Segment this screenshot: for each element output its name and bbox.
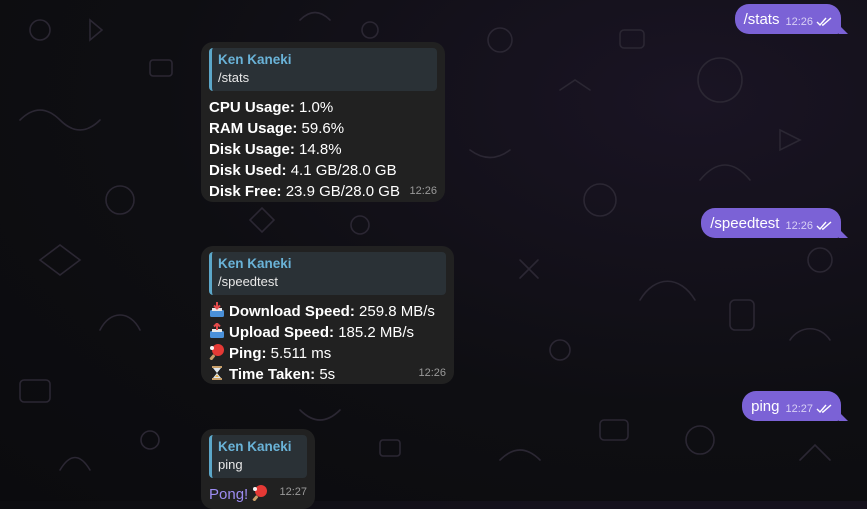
outgoing-message-stats[interactable]: /stats 12:26 — [734, 4, 848, 34]
speed-label: Download Speed: — [229, 303, 355, 320]
bubble-tail — [839, 412, 848, 421]
bubble-tail — [839, 229, 848, 238]
ping-pong-icon — [253, 485, 268, 501]
speed-value: 259.8 MB/s — [359, 303, 435, 320]
hourglass-icon — [212, 366, 222, 380]
double-check-icon — [816, 404, 832, 414]
speed-label: Ping: — [229, 345, 267, 362]
message-time: 12:26 — [418, 367, 446, 379]
stat-label: Disk Free: — [209, 183, 282, 200]
stat-line-cpu: CPU Usage: 1.0% — [209, 97, 437, 118]
speed-value: 185.2 MB/s — [338, 324, 415, 341]
reply-quote[interactable]: Ken Kaneki /stats — [209, 48, 437, 91]
reply-quote[interactable]: Ken Kaneki /speedtest — [209, 252, 446, 295]
stat-label: RAM Usage: — [209, 120, 298, 137]
message-text: ping — [751, 397, 780, 415]
message-meta: 12:26 — [785, 220, 833, 232]
outgoing-message-ping[interactable]: ping 12:27 — [742, 391, 848, 421]
outbox-tray-icon — [210, 323, 224, 338]
message-time: 12:27 — [279, 486, 307, 498]
stat-line-disk-usage: Disk Usage: 14.8% — [209, 139, 437, 160]
stat-line-disk-free: Disk Free: 23.9 GB/28.0 GB — [209, 181, 437, 202]
speed-value: 5.511 ms — [270, 345, 332, 362]
speed-line-upload: Upload Speed: 185.2 MB/s — [209, 322, 446, 343]
inbox-tray-icon — [210, 302, 224, 317]
speed-line-download: Download Speed: 259.8 MB/s — [209, 301, 446, 322]
stat-line-ram: RAM Usage: 59.6% — [209, 118, 437, 139]
message-time: 12:26 — [785, 220, 813, 232]
message-time: 12:26 — [409, 185, 437, 197]
message-text: /stats — [743, 10, 780, 28]
incoming-message-pong[interactable]: Ken Kaneki ping Pong! 12:27 — [201, 429, 315, 509]
reply-quote[interactable]: Ken Kaneki ping — [209, 435, 307, 478]
stat-value: 23.9 GB/28.0 GB — [285, 183, 400, 200]
double-check-icon — [816, 17, 832, 27]
incoming-message-stats[interactable]: Ken Kaneki /stats CPU Usage: 1.0% RAM Us… — [201, 42, 445, 202]
reply-text: /stats — [218, 70, 250, 85]
outgoing-message-speedtest[interactable]: /speedtest 12:26 — [701, 208, 848, 238]
speed-label: Time Taken: — [229, 366, 316, 383]
message-meta: 12:27 — [785, 403, 833, 415]
reply-text: /speedtest — [218, 274, 278, 289]
message-time: 12:26 — [785, 16, 813, 28]
reply-text: ping — [218, 457, 243, 472]
stat-label: CPU Usage: — [209, 99, 295, 116]
reply-author: Ken Kaneki — [218, 439, 292, 454]
reply-author: Ken Kaneki — [218, 52, 292, 67]
message-time: 12:27 — [785, 403, 813, 415]
stat-label: Disk Usage: — [209, 141, 295, 158]
speed-value: 5s — [319, 366, 336, 383]
speed-label: Upload Speed: — [229, 324, 335, 341]
message-meta: 12:26 — [785, 16, 833, 28]
pong-text: Pong! — [209, 486, 249, 503]
speed-line-ping: Ping: 5.511 ms — [209, 343, 446, 364]
message-text: /speedtest — [710, 214, 780, 232]
stat-value: 4.1 GB/28.0 GB — [290, 162, 397, 179]
stat-value: 14.8% — [299, 141, 342, 158]
double-check-icon — [816, 221, 832, 231]
incoming-message-speedtest[interactable]: Ken Kaneki /speedtest Download Speed: 25… — [201, 246, 454, 384]
ping-pong-icon — [209, 344, 224, 360]
stat-value: 1.0% — [299, 99, 334, 116]
stat-line-disk-used: Disk Used: 4.1 GB/28.0 GB — [209, 160, 437, 181]
speed-line-time: Time Taken: 5s — [209, 364, 446, 385]
reply-author: Ken Kaneki — [218, 256, 292, 271]
stat-label: Disk Used: — [209, 162, 287, 179]
stat-value: 59.6% — [301, 120, 345, 137]
bubble-tail — [839, 25, 848, 34]
